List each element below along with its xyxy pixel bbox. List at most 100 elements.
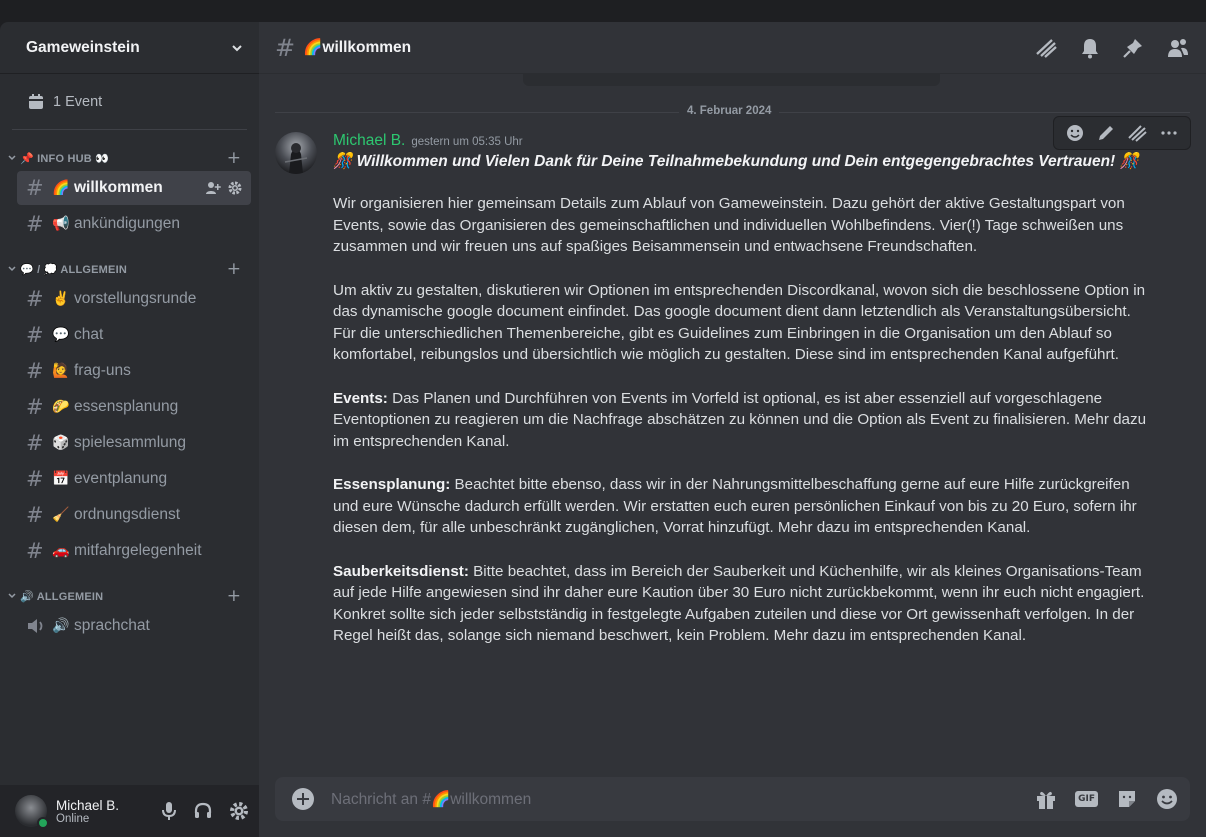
- channel-willkommen[interactable]: # 🌈 willkommen: [17, 171, 251, 205]
- paragraph-label: Essensplanung:: [333, 476, 451, 493]
- channel-emoji: 🧹: [52, 507, 70, 523]
- channel-name: ordnungsdienst: [74, 506, 180, 523]
- online-status-dot: [37, 817, 49, 829]
- speaker-icon: [28, 619, 43, 633]
- chevron-down-icon: [8, 155, 16, 161]
- channel-ordnungsdienst[interactable]: # 🧹 ordnungsdienst: [17, 498, 251, 532]
- channel-name: spielesammlung: [74, 434, 186, 451]
- channel-chat[interactable]: # 💬 chat: [17, 318, 251, 352]
- message-paragraph: Wir organisieren hier gemeinsam Details …: [333, 195, 1125, 255]
- avatar[interactable]: [15, 795, 49, 829]
- channel-emoji: 🔊: [52, 618, 70, 634]
- channel-header: # 🌈willkommen: [259, 22, 1206, 74]
- channel-emoji: ✌️: [52, 291, 70, 307]
- hash-icon: #: [26, 503, 44, 527]
- channel-sprachchat[interactable]: 🔊 sprachchat: [17, 609, 251, 643]
- gift-icon[interactable]: [1035, 788, 1057, 810]
- channel-emoji: 🌮: [52, 399, 70, 415]
- channel-name: willkommen: [74, 179, 163, 196]
- message-paragraph: Events: Das Planen und Durchführen von E…: [333, 388, 1155, 453]
- category-name: 💬 / 💭 ALLGEMEIN: [20, 263, 127, 276]
- channel-name: eventplanung: [74, 470, 168, 487]
- message-composer[interactable]: Nachricht an #🌈willkommen GIF: [275, 777, 1190, 821]
- channel-sidebar: Gameweinstein 1 Event 📌 INFO HUB 👀 + # 🌈…: [0, 22, 259, 837]
- headphones-icon[interactable]: [193, 801, 213, 821]
- bell-icon[interactable]: [1080, 37, 1100, 59]
- scroll-indicator: [523, 74, 940, 86]
- emoji-icon[interactable]: [1156, 788, 1178, 810]
- channel-emoji: 📢: [52, 216, 70, 232]
- user-panel: Michael B. Online: [0, 785, 259, 837]
- channel-eventplanung[interactable]: # 📅 eventplanung: [17, 462, 251, 496]
- gif-button[interactable]: GIF: [1075, 791, 1098, 807]
- add-attachment-icon[interactable]: [291, 787, 315, 811]
- add-reaction-icon[interactable]: [1065, 123, 1085, 143]
- gear-icon[interactable]: [227, 180, 243, 196]
- hash-icon: #: [26, 323, 44, 347]
- message-timestamp: gestern um 05:35 Uhr: [411, 136, 523, 148]
- avatar[interactable]: [275, 132, 317, 174]
- category-allgemein-voice[interactable]: 🔊 ALLGEMEIN +: [0, 585, 259, 607]
- message-input-placeholder[interactable]: Nachricht an #🌈willkommen: [331, 790, 531, 809]
- message-paragraph: Um aktiv zu gestalten, diskutieren wir O…: [333, 281, 1146, 364]
- window-top-bar: [0, 0, 1206, 22]
- microphone-icon[interactable]: [161, 801, 177, 821]
- channel-emoji: 💬: [52, 327, 70, 343]
- category-name: 📌 INFO HUB 👀: [20, 152, 110, 165]
- message-paragraph: Essensplanung: Beachtet bitte ebenso, da…: [333, 474, 1155, 539]
- user-name: Michael B.: [56, 797, 120, 813]
- channel-mitfahrgelegenheit[interactable]: # 🚗 mitfahrgelegenheit: [17, 534, 251, 568]
- add-channel-icon[interactable]: +: [227, 259, 241, 279]
- channel-ankuendigungen[interactable]: # 📢 ankündigungen: [17, 207, 251, 241]
- threads-icon[interactable]: [1034, 37, 1058, 59]
- pin-icon[interactable]: [1122, 37, 1144, 59]
- category-name: 🔊 ALLGEMEIN: [20, 590, 104, 603]
- hash-icon: #: [26, 467, 44, 491]
- chevron-down-icon: [8, 593, 16, 599]
- sticker-icon[interactable]: [1116, 788, 1138, 810]
- user-info[interactable]: Michael B. Online: [56, 798, 161, 825]
- channel-emoji: 🎲: [52, 435, 70, 451]
- message: Michael B. gestern um 05:35 Uhr 🎊 Willko…: [275, 132, 1155, 647]
- paragraph-text: Das Planen und Durchführen von Events im…: [333, 389, 1147, 450]
- user-status: Online: [56, 812, 90, 825]
- chat-main: # 🌈willkommen 4. Februar 2024 Michael B.…: [259, 22, 1206, 837]
- message-title: 🎊 Willkommen und Vielen Dank für Deine T…: [333, 153, 1139, 170]
- chevron-down-icon: [8, 266, 16, 272]
- channel-title: 🌈willkommen: [303, 39, 412, 56]
- edit-icon[interactable]: [1096, 123, 1116, 143]
- add-channel-icon[interactable]: +: [227, 586, 241, 606]
- chevron-down-icon: [232, 44, 242, 51]
- gear-icon[interactable]: [229, 801, 249, 821]
- message-author[interactable]: Michael B.: [333, 132, 405, 150]
- hash-icon: #: [26, 539, 44, 563]
- category-allgemein-text[interactable]: 💬 / 💭 ALLGEMEIN +: [0, 258, 259, 280]
- date-divider-label: 4. Februar 2024: [679, 105, 780, 117]
- members-icon[interactable]: [1166, 37, 1190, 59]
- channel-emoji: 🌈: [52, 180, 70, 196]
- channel-name: essensplanung: [74, 398, 179, 415]
- events-row[interactable]: 1 Event: [12, 74, 247, 130]
- channel-spielesammlung[interactable]: # 🎲 spielesammlung: [17, 426, 251, 460]
- threads-icon[interactable]: [1126, 123, 1148, 143]
- channel-essensplanung[interactable]: # 🌮 essensplanung: [17, 390, 251, 424]
- add-channel-icon[interactable]: +: [227, 148, 241, 168]
- channel-frag-uns[interactable]: # 🙋 frag-uns: [17, 354, 251, 388]
- channel-emoji: 🙋: [52, 363, 70, 379]
- more-icon[interactable]: [1159, 123, 1179, 143]
- category-info-hub[interactable]: 📌 INFO HUB 👀 +: [0, 147, 259, 169]
- message-hover-toolbar: [1053, 116, 1191, 150]
- hash-icon: #: [26, 287, 44, 311]
- invite-icon[interactable]: [205, 180, 221, 196]
- channel-name: mitfahrgelegenheit: [74, 542, 202, 559]
- channel-name: chat: [74, 326, 104, 343]
- calendar-icon: [29, 93, 43, 109]
- server-header[interactable]: Gameweinstein: [0, 22, 259, 74]
- message-paragraph: Sauberkeitsdienst: Bitte beachtet, dass …: [333, 561, 1155, 647]
- channel-name: ankündigungen: [74, 215, 181, 232]
- channel-vorstellungsrunde[interactable]: # ✌️ vorstellungsrunde: [17, 282, 251, 316]
- channel-emoji: 📅: [52, 471, 70, 487]
- channel-emoji: 🚗: [52, 543, 70, 559]
- channel-name: frag-uns: [74, 362, 131, 379]
- hash-icon: #: [26, 395, 44, 419]
